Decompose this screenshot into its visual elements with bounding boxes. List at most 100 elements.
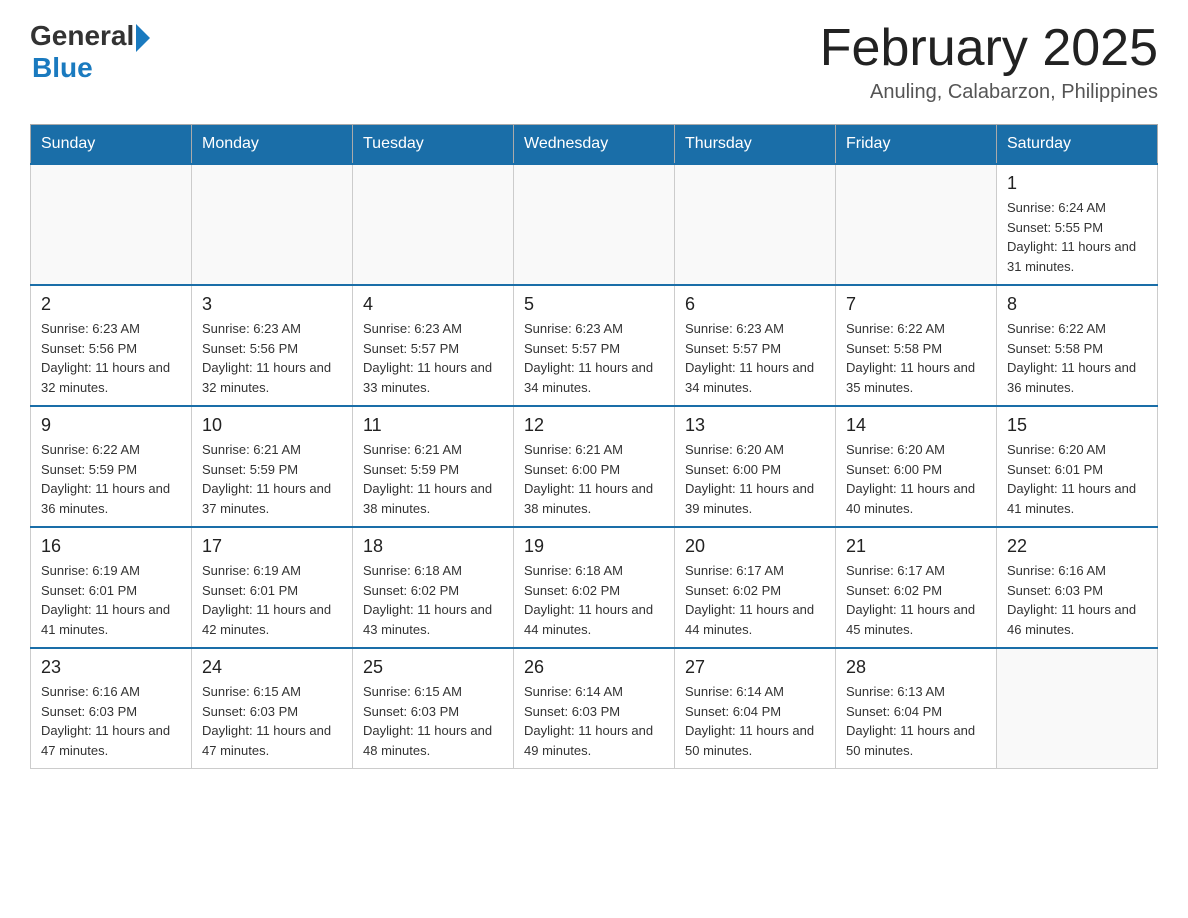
day-info: Sunrise: 6:17 AM Sunset: 6:02 PM Dayligh… [846, 561, 986, 639]
day-info: Sunrise: 6:20 AM Sunset: 6:00 PM Dayligh… [846, 440, 986, 518]
day-info: Sunrise: 6:20 AM Sunset: 6:01 PM Dayligh… [1007, 440, 1147, 518]
day-info: Sunrise: 6:23 AM Sunset: 5:57 PM Dayligh… [363, 319, 503, 397]
calendar-cell: 27 Sunrise: 6:14 AM Sunset: 6:04 PM Dayli… [675, 648, 836, 769]
day-number: 16 [41, 536, 181, 557]
day-number: 25 [363, 657, 503, 678]
calendar-cell: 18 Sunrise: 6:18 AM Sunset: 6:02 PM Dayli… [353, 527, 514, 648]
day-info: Sunrise: 6:19 AM Sunset: 6:01 PM Dayligh… [41, 561, 181, 639]
day-info: Sunrise: 6:24 AM Sunset: 5:55 PM Dayligh… [1007, 198, 1147, 276]
day-info: Sunrise: 6:23 AM Sunset: 5:57 PM Dayligh… [685, 319, 825, 397]
day-header-monday: Monday [192, 125, 353, 165]
day-number: 3 [202, 294, 342, 315]
day-number: 19 [524, 536, 664, 557]
week-row-3: 9 Sunrise: 6:22 AM Sunset: 5:59 PM Daylig… [31, 406, 1158, 527]
day-info: Sunrise: 6:21 AM Sunset: 5:59 PM Dayligh… [363, 440, 503, 518]
day-number: 27 [685, 657, 825, 678]
day-info: Sunrise: 6:18 AM Sunset: 6:02 PM Dayligh… [363, 561, 503, 639]
day-info: Sunrise: 6:21 AM Sunset: 5:59 PM Dayligh… [202, 440, 342, 518]
week-row-5: 23 Sunrise: 6:16 AM Sunset: 6:03 PM Dayli… [31, 648, 1158, 769]
day-info: Sunrise: 6:15 AM Sunset: 6:03 PM Dayligh… [363, 682, 503, 760]
day-info: Sunrise: 6:16 AM Sunset: 6:03 PM Dayligh… [1007, 561, 1147, 639]
calendar-cell: 28 Sunrise: 6:13 AM Sunset: 6:04 PM Dayli… [836, 648, 997, 769]
day-number: 1 [1007, 173, 1147, 194]
day-info: Sunrise: 6:17 AM Sunset: 6:02 PM Dayligh… [685, 561, 825, 639]
calendar-cell: 20 Sunrise: 6:17 AM Sunset: 6:02 PM Dayli… [675, 527, 836, 648]
day-header-thursday: Thursday [675, 125, 836, 165]
day-info: Sunrise: 6:20 AM Sunset: 6:00 PM Dayligh… [685, 440, 825, 518]
calendar-cell: 24Sunrise: 6:15 AM Sunset: 6:03 PM Dayli… [192, 648, 353, 769]
calendar-title: February 2025 [820, 20, 1158, 77]
day-info: Sunrise: 6:21 AM Sunset: 6:00 PM Dayligh… [524, 440, 664, 518]
day-number: 9 [41, 415, 181, 436]
calendar-cell: 7 Sunrise: 6:22 AM Sunset: 5:58 PM Daylig… [836, 285, 997, 406]
day-info: Sunrise: 6:23 AM Sunset: 5:56 PM Dayligh… [202, 319, 342, 397]
day-info: Sunrise: 6:14 AM Sunset: 6:04 PM Dayligh… [685, 682, 825, 760]
calendar-header-row: SundayMondayTuesdayWednesdayThursdayFrid… [31, 125, 1158, 165]
week-row-4: 16 Sunrise: 6:19 AM Sunset: 6:01 PM Dayli… [31, 527, 1158, 648]
week-row-1: 1 Sunrise: 6:24 AM Sunset: 5:55 PM Daylig… [31, 164, 1158, 285]
day-number: 22 [1007, 536, 1147, 557]
logo: General Blue [30, 20, 150, 84]
calendar-cell: 5Sunrise: 6:23 AM Sunset: 5:57 PM Daylig… [514, 285, 675, 406]
calendar-cell: 4 Sunrise: 6:23 AM Sunset: 5:57 PM Daylig… [353, 285, 514, 406]
day-number: 14 [846, 415, 986, 436]
day-number: 10 [202, 415, 342, 436]
day-header-saturday: Saturday [997, 125, 1158, 165]
day-header-friday: Friday [836, 125, 997, 165]
page-header: General Blue February 2025 Anuling, Cala… [30, 20, 1158, 104]
calendar-cell [836, 164, 997, 285]
day-number: 11 [363, 415, 503, 436]
calendar-cell: 21 Sunrise: 6:17 AM Sunset: 6:02 PM Dayli… [836, 527, 997, 648]
day-number: 7 [846, 294, 986, 315]
day-info: Sunrise: 6:14 AM Sunset: 6:03 PM Dayligh… [524, 682, 664, 760]
day-number: 2 [41, 294, 181, 315]
calendar-cell: 3 Sunrise: 6:23 AM Sunset: 5:56 PM Daylig… [192, 285, 353, 406]
day-number: 4 [363, 294, 503, 315]
calendar-cell [353, 164, 514, 285]
calendar-cell: 12 Sunrise: 6:21 AM Sunset: 6:00 PM Dayli… [514, 406, 675, 527]
calendar-subtitle: Anuling, Calabarzon, Philippines [820, 81, 1158, 104]
day-info: Sunrise: 6:16 AM Sunset: 6:03 PM Dayligh… [41, 682, 181, 760]
calendar-cell [514, 164, 675, 285]
calendar-cell: 10 Sunrise: 6:21 AM Sunset: 5:59 PM Dayli… [192, 406, 353, 527]
calendar-cell: 15 Sunrise: 6:20 AM Sunset: 6:01 PM Dayli… [997, 406, 1158, 527]
calendar-cell [675, 164, 836, 285]
day-number: 17 [202, 536, 342, 557]
calendar-table: SundayMondayTuesdayWednesdayThursdayFrid… [30, 124, 1158, 769]
day-info: Sunrise: 6:23 AM Sunset: 5:56 PM Dayligh… [41, 319, 181, 397]
logo-blue-text: Blue [32, 52, 93, 84]
calendar-cell: 17 Sunrise: 6:19 AM Sunset: 6:01 PM Dayli… [192, 527, 353, 648]
day-info: Sunrise: 6:13 AM Sunset: 6:04 PM Dayligh… [846, 682, 986, 760]
day-number: 5 [524, 294, 664, 315]
calendar-cell: 16 Sunrise: 6:19 AM Sunset: 6:01 PM Dayli… [31, 527, 192, 648]
calendar-cell: 19 Sunrise: 6:18 AM Sunset: 6:02 PM Dayli… [514, 527, 675, 648]
calendar-cell [192, 164, 353, 285]
day-number: 18 [363, 536, 503, 557]
day-number: 15 [1007, 415, 1147, 436]
day-number: 20 [685, 536, 825, 557]
calendar-cell: 14 Sunrise: 6:20 AM Sunset: 6:00 PM Dayli… [836, 406, 997, 527]
day-info: Sunrise: 6:19 AM Sunset: 6:01 PM Dayligh… [202, 561, 342, 639]
calendar-cell: 9 Sunrise: 6:22 AM Sunset: 5:59 PM Daylig… [31, 406, 192, 527]
logo-general-text: General [30, 20, 134, 52]
day-info: Sunrise: 6:22 AM Sunset: 5:58 PM Dayligh… [1007, 319, 1147, 397]
calendar-cell: 2 Sunrise: 6:23 AM Sunset: 5:56 PM Daylig… [31, 285, 192, 406]
day-number: 26 [524, 657, 664, 678]
day-info: Sunrise: 6:18 AM Sunset: 6:02 PM Dayligh… [524, 561, 664, 639]
calendar-cell: 1 Sunrise: 6:24 AM Sunset: 5:55 PM Daylig… [997, 164, 1158, 285]
day-number: 23 [41, 657, 181, 678]
week-row-2: 2 Sunrise: 6:23 AM Sunset: 5:56 PM Daylig… [31, 285, 1158, 406]
day-info: Sunrise: 6:22 AM Sunset: 5:58 PM Dayligh… [846, 319, 986, 397]
day-number: 21 [846, 536, 986, 557]
day-info: Sunrise: 6:22 AM Sunset: 5:59 PM Dayligh… [41, 440, 181, 518]
day-number: 28 [846, 657, 986, 678]
day-number: 8 [1007, 294, 1147, 315]
calendar-cell: 13 Sunrise: 6:20 AM Sunset: 6:00 PM Dayli… [675, 406, 836, 527]
calendar-cell: 26 Sunrise: 6:14 AM Sunset: 6:03 PM Dayli… [514, 648, 675, 769]
day-number: 13 [685, 415, 825, 436]
day-number: 12 [524, 415, 664, 436]
calendar-cell: 23 Sunrise: 6:16 AM Sunset: 6:03 PM Dayli… [31, 648, 192, 769]
calendar-cell: 25 Sunrise: 6:15 AM Sunset: 6:03 PM Dayli… [353, 648, 514, 769]
calendar-cell: 6Sunrise: 6:23 AM Sunset: 5:57 PM Daylig… [675, 285, 836, 406]
calendar-cell: 8 Sunrise: 6:22 AM Sunset: 5:58 PM Daylig… [997, 285, 1158, 406]
